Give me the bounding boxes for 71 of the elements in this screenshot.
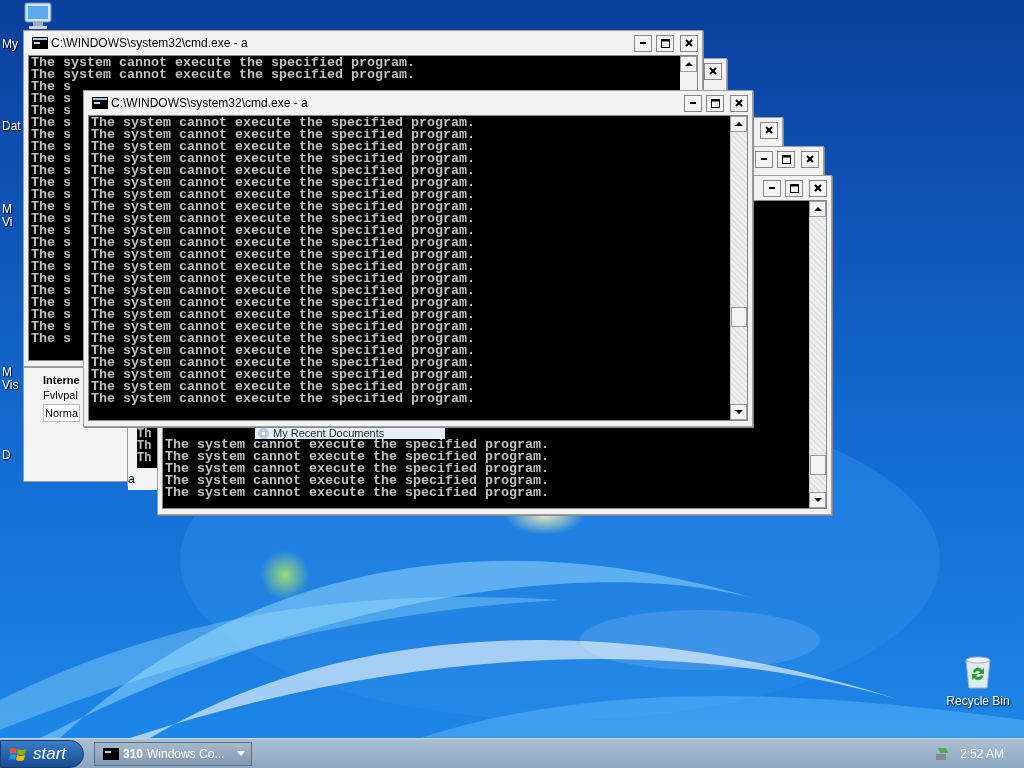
console-line: The s (31, 213, 71, 225)
console-line: The s (31, 177, 71, 189)
console-line: The system cannot execute the specified program. (91, 237, 475, 249)
console-line: The system cannot execute the specified program. (91, 129, 475, 141)
console-line: The s (31, 189, 71, 201)
console-line: The system cannot execute the specified program. (91, 285, 475, 297)
console-line: The s (31, 165, 71, 177)
console-line: The s (31, 249, 71, 261)
console-line: The s (31, 321, 71, 333)
console-line: The system cannot execute the specified program. (91, 189, 475, 201)
console-line: The system cannot execute the specified program. (165, 439, 549, 451)
console-line: The system cannot execute the specified program. (31, 69, 415, 81)
dialog-label: Fvlvpal (43, 389, 78, 401)
console-line: The s (31, 273, 71, 285)
console-line: The s (31, 237, 71, 249)
console-line: The system cannot execute the specified program. (91, 381, 475, 393)
console-line: The s (31, 117, 71, 129)
console-line: The s (31, 309, 71, 321)
recycle-bin-label[interactable]: Recycle Bin (946, 694, 1010, 708)
window-title: C:\WINDOWS\system32\cmd.exe - a (111, 96, 308, 110)
console-line: The system cannot execute the specified program. (91, 177, 475, 189)
dialog-heading: Interne (43, 374, 80, 386)
console-line: The s (31, 261, 71, 273)
console-line: The s (31, 153, 71, 165)
console-line: The system cannot execute the specified program. (91, 345, 475, 357)
console-line: The system cannot execute the specified program. (91, 369, 475, 381)
desktop-icon-label[interactable]: M Vis (2, 366, 19, 392)
taskbar-label: Windows Co... (147, 746, 226, 761)
console-line: The system cannot execute the specified program. (91, 297, 475, 309)
console-line: The system cannot execute the specified program. (91, 225, 475, 237)
console-line: The s (31, 105, 71, 117)
console-line: The system cannot execute the specified program. (91, 357, 475, 369)
console-line: The system cannot execute the specified program. (165, 475, 549, 487)
console-line: The system cannot execute the specified program. (31, 57, 415, 69)
window-count: 310 (123, 746, 144, 761)
console-line: The system cannot execute the specified program. (91, 249, 475, 261)
desktop-icon-label[interactable]: Dat (2, 120, 21, 133)
console-line: The system cannot execute the specified program. (165, 487, 549, 499)
console-line: The system cannot execute the specified program. (91, 213, 475, 225)
console-line: The system cannot execute the specified program. (91, 321, 475, 333)
console-line: The system cannot execute the specified program. (91, 309, 475, 321)
console-line: The s (31, 333, 71, 345)
desktop-icon-label[interactable]: My (2, 38, 18, 51)
start-button[interactable]: start (0, 739, 84, 768)
console-line: The system cannot execute the specified program. (91, 201, 475, 213)
window-title: C:\WINDOWS\system32\cmd.exe - a (51, 36, 248, 50)
console-line: The s (31, 141, 71, 153)
desktop-icon-label[interactable]: M Vi (2, 203, 13, 229)
console-line: Th (137, 428, 153, 440)
console-line: The system cannot execute the specified program. (91, 153, 475, 165)
desktop-icon-label[interactable]: D (2, 449, 11, 462)
console-line: The system cannot execute the specified program. (165, 463, 549, 475)
console-line: The system cannot execute the specified program. (91, 393, 475, 405)
console-line: The s (31, 93, 71, 105)
console-line: Th (137, 440, 153, 452)
console-line: The system cannot execute the specified program. (91, 117, 475, 129)
console-line: The s (31, 201, 71, 213)
console-line: The system cannot execute the specified program. (91, 333, 475, 345)
console-line: The system cannot execute the specified program. (91, 165, 475, 177)
console-line: The system cannot execute the specified program. (165, 451, 549, 463)
console-line: The s (31, 285, 71, 297)
console-line: The system cannot execute the specified program. (91, 261, 475, 273)
console-line: The s (31, 129, 71, 141)
console-line: The s (31, 225, 71, 237)
window-caption: a (128, 472, 135, 486)
console-line: Th (137, 452, 153, 464)
console-line: The s (31, 81, 71, 93)
console-line: The s (31, 297, 71, 309)
console-line: The system cannot execute the specified program. (91, 141, 475, 153)
input-field[interactable]: Norma (43, 404, 80, 422)
console-line: The system cannot execute the specified program. (91, 273, 475, 285)
